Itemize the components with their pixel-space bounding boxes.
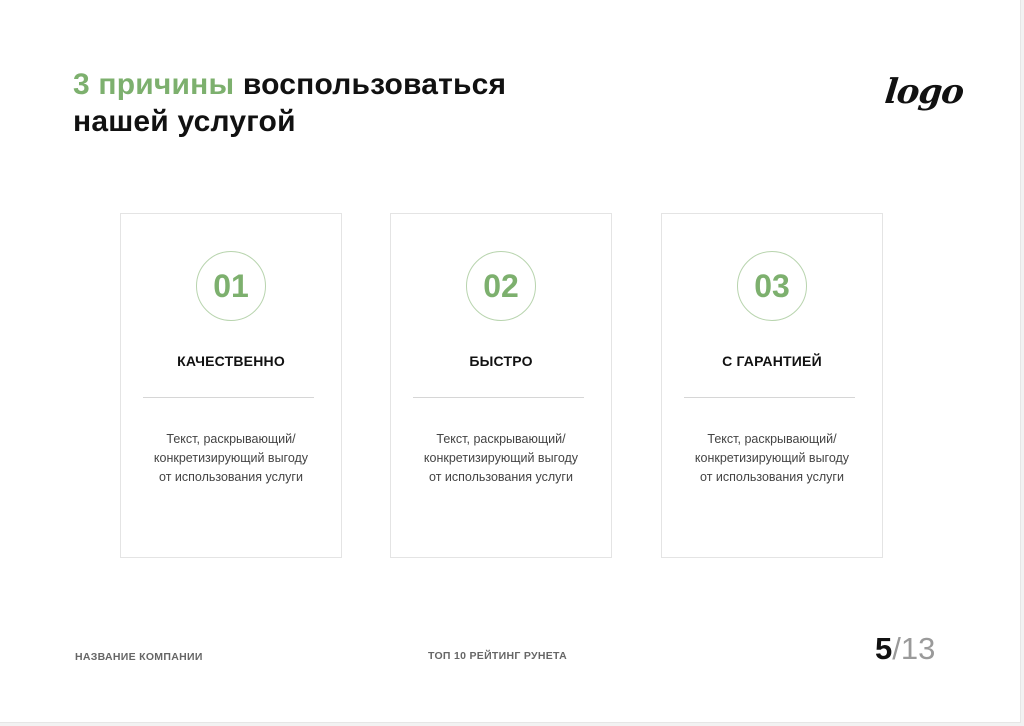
card-description: Текст, раскрывающий/ конкретизирующий вы… (401, 430, 601, 487)
desc-line: Текст, раскрывающий/ (166, 432, 296, 446)
card-description: Текст, раскрывающий/ конкретизирующий вы… (131, 430, 331, 487)
number-circle: 01 (196, 251, 266, 321)
desc-line: от использования услуги (429, 470, 573, 484)
page-separator: / (892, 631, 901, 666)
page-total: 13 (900, 631, 936, 666)
desc-line: конкретизирующий выгоду (694, 451, 850, 465)
title-line2: нашей услугой (73, 105, 296, 138)
slide-title: 3 причины воспользоваться нашей услугой (73, 66, 506, 140)
company-logo: logo (882, 72, 966, 112)
slide: 3 причины воспользоваться нашей услугой … (0, 0, 1021, 723)
desc-line: от использования услуги (159, 470, 303, 484)
desc-line: Текст, раскрывающий/ (436, 432, 566, 446)
reason-card-3: 03 С ГАРАНТИЕЙ Текст, раскрывающий/ конк… (661, 213, 883, 558)
card-heading: БЫСТРО (469, 353, 533, 369)
page-current: 5 (875, 631, 893, 666)
card-divider (413, 397, 584, 398)
desc-line: Текст, раскрывающий/ (707, 432, 837, 446)
card-heading: С ГАРАНТИЕЙ (722, 353, 822, 369)
footer-company-name: НАЗВАНИЕ КОМПАНИИ (75, 651, 203, 663)
card-number: 03 (754, 267, 790, 304)
page-number: 5/13 (875, 630, 935, 668)
card-description: Текст, раскрывающий/ конкретизирующий вы… (672, 430, 872, 487)
card-divider (143, 397, 314, 398)
title-accent: 3 причины (73, 68, 235, 101)
number-circle: 02 (466, 251, 536, 321)
reason-card-2: 02 БЫСТРО Текст, раскрывающий/ конкретиз… (390, 213, 612, 558)
desc-line: от использования услуги (700, 470, 844, 484)
card-number: 01 (213, 267, 249, 304)
number-circle: 03 (737, 251, 807, 321)
card-heading: КАЧЕСТВЕННО (177, 353, 285, 369)
desc-line: конкретизирующий выгоду (153, 451, 309, 465)
reason-card-1: 01 КАЧЕСТВЕННО Текст, раскрывающий/ конк… (120, 213, 342, 558)
card-number: 02 (483, 267, 519, 304)
desc-line: конкретизирующий выгоду (423, 451, 579, 465)
footer-tagline: ТОП 10 РЕЙТИНГ РУНЕТА (428, 650, 567, 662)
title-line1-rest: воспользоваться (242, 68, 507, 101)
card-divider (684, 397, 855, 398)
